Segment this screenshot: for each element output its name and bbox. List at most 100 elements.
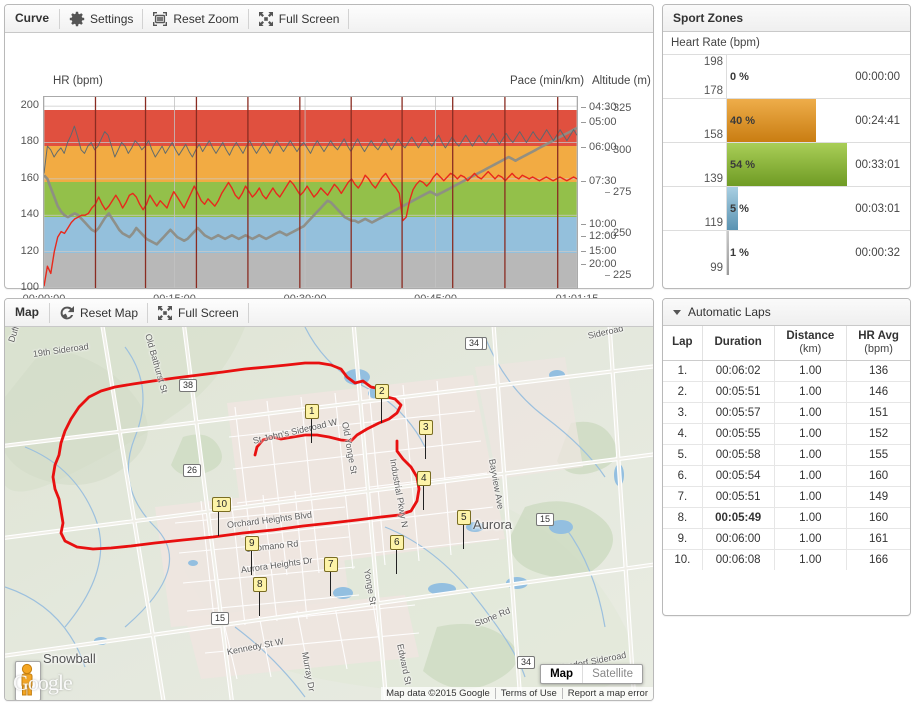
table-row[interactable]: 6. 00:05:54 1.00 160: [663, 465, 910, 487]
sport-zone-row[interactable]: 1 % 00:00:32 99: [663, 231, 910, 275]
lap-duration: 00:06:02: [702, 360, 775, 382]
map-lap-marker-stick: [463, 523, 464, 549]
lap-duration: 00:05:51: [702, 486, 775, 508]
laps-column-header[interactable]: Lap: [663, 326, 703, 361]
sport-zones-footer: [663, 275, 910, 289]
chart-altitude-axis: 325 300 275 250 225: [585, 96, 645, 289]
map-tiles: [5, 327, 653, 700]
map-lap-marker-2[interactable]: 2: [375, 384, 389, 399]
table-row[interactable]: 4. 00:05:55 1.00 152: [663, 423, 910, 445]
lap-duration: 00:06:00: [702, 528, 775, 550]
sport-zones-panel: Sport Zones Heart Rate (bpm) 0 % 00:00:00…: [662, 4, 911, 289]
sport-zone-time: 00:00:32: [855, 247, 900, 259]
lap-duration: 00:05:57: [702, 402, 775, 424]
altitude-axis-tick-label: 225: [613, 269, 632, 282]
map-lap-marker-stick: [251, 549, 252, 575]
map-route-shield: 26: [183, 464, 202, 477]
table-row[interactable]: 5. 00:05:58 1.00 155: [663, 444, 910, 466]
sport-zone-lower-bound: 178: [703, 85, 723, 97]
map-lap-marker-stick: [218, 510, 219, 536]
table-row[interactable]: 2. 00:05:51 1.00 146: [663, 381, 910, 403]
map-attribution: Map data ©2015 Google Terms of Use Repor…: [381, 687, 653, 700]
map-lap-marker-5[interactable]: 5: [457, 510, 471, 525]
map-lap-marker-9[interactable]: 9: [245, 536, 259, 551]
sport-zone-lower-bound: 158: [703, 129, 723, 141]
sport-zone-lower-bound: 99: [710, 262, 723, 274]
full-screen-icon: [258, 11, 274, 27]
settings-button[interactable]: Settings: [60, 5, 142, 32]
lap-distance: 1.00: [774, 444, 848, 466]
automatic-laps-header[interactable]: Automatic Laps: [663, 299, 910, 326]
lap-distance: 1.00: [774, 423, 848, 445]
laps-column-header[interactable]: Distance (km): [774, 326, 848, 361]
map-route-shield: 34: [465, 337, 484, 350]
sport-zone-row[interactable]: 0 % 00:00:00 198 178: [663, 55, 910, 99]
lap-number: 8.: [663, 507, 703, 529]
map-type-map[interactable]: Map: [541, 665, 582, 683]
lap-duration: 00:05:51: [702, 381, 775, 403]
lap-number: 5.: [663, 444, 703, 466]
hr-pace-altitude-chart[interactable]: HR (bpm) Pace (min/km) Altitude (m) 100 1…: [5, 33, 653, 305]
map-lap-marker-stick: [396, 548, 397, 574]
lap-duration: 00:05:55: [702, 423, 775, 445]
chart-left-axis-caption: HR (bpm): [53, 75, 103, 87]
sport-zones-list: 0 % 00:00:00 198 178 40 % 00:24:41 158 54 % 00:3…: [663, 55, 910, 275]
table-row[interactable]: 3. 00:05:57 1.00 151: [663, 402, 910, 424]
table-row[interactable]: 7. 00:05:51 1.00 149: [663, 486, 910, 508]
lap-hr-avg: 146: [846, 381, 910, 403]
table-row[interactable]: 10. 00:06:08 1.00 166: [663, 549, 910, 570]
map-panel: Map Reset Map Full Screen 19th Sideroad …: [4, 298, 654, 701]
laps-table: Lap Duration Distance (km) HR Avg (bpm) 1. 00:…: [663, 326, 910, 570]
sport-zone-percent: 0 %: [730, 70, 749, 83]
map-lap-marker-7[interactable]: 7: [324, 557, 338, 572]
sport-zone-row[interactable]: 54 % 00:33:01 139: [663, 143, 910, 187]
hr-axis-tick-label: 140: [20, 208, 39, 221]
altitude-axis-tickmark: [605, 149, 610, 151]
automatic-laps-title: Automatic Laps: [688, 305, 771, 319]
lap-duration: 00:05:58: [702, 444, 775, 466]
sport-zone-row[interactable]: 5 % 00:03:01 119: [663, 187, 910, 231]
report-map-error-link[interactable]: Report a map error: [561, 688, 653, 699]
altitude-axis-tickmark: [605, 191, 610, 193]
reset-zoom-button[interactable]: Reset Zoom: [143, 5, 247, 32]
map-canvas[interactable]: Dufferin St19th SideroadOld Bathurst StS…: [5, 327, 653, 700]
map-lap-marker-4[interactable]: 4: [417, 471, 431, 486]
laps-column-unit: (bpm): [864, 343, 893, 356]
lap-hr-avg: 160: [846, 465, 910, 487]
sport-zone-time: 00:00:00: [855, 70, 900, 83]
reset-map-button[interactable]: Reset Map: [50, 299, 147, 326]
chart-pace-axis-caption: Pace (min/km): [510, 75, 585, 87]
lap-distance: 1.00: [774, 549, 848, 570]
map-type-toggle[interactable]: Map Satellite: [540, 664, 643, 684]
sport-zone-row[interactable]: 40 % 00:24:41 158: [663, 99, 910, 143]
reset-zoom-icon: [152, 11, 168, 27]
hr-axis-tick-label: 200: [20, 99, 39, 112]
activity-dashboard: Curve Settings Reset Zoom Full Screen HR…: [0, 0, 915, 705]
map-lap-marker-stick: [381, 397, 382, 423]
laps-column-header[interactable]: HR Avg (bpm): [846, 326, 910, 361]
map-lap-marker-8[interactable]: 8: [253, 577, 267, 592]
map-panel-title: Map: [15, 305, 39, 319]
map-lap-marker-3[interactable]: 3: [419, 420, 433, 435]
chart-altitude-axis-caption: Altitude (m): [592, 75, 651, 87]
table-row[interactable]: 1. 00:06:02 1.00 136: [663, 360, 910, 382]
hr-axis-tick-label: 180: [20, 135, 39, 148]
altitude-axis-tickmark: [605, 107, 610, 109]
map-type-satellite[interactable]: Satellite: [582, 665, 642, 683]
sport-zone-lower-bound: 119: [704, 217, 723, 229]
map-lap-marker-1[interactable]: 1: [305, 404, 319, 419]
chart-plot-area[interactable]: [43, 96, 578, 289]
lap-duration: 00:05:54: [702, 465, 775, 487]
map-lap-marker-6[interactable]: 6: [390, 535, 404, 550]
table-row[interactable]: 8. 00:05:49 1.00 160: [663, 507, 910, 529]
map-full-screen-button[interactable]: Full Screen: [148, 299, 248, 326]
map-lap-marker-10[interactable]: 10: [212, 497, 232, 512]
altitude-axis-tick-label: 275: [613, 185, 632, 198]
table-row[interactable]: 9. 00:06:00 1.00 161: [663, 528, 910, 550]
terms-of-use-link[interactable]: Terms of Use: [494, 688, 562, 699]
lap-hr-avg: 155: [846, 444, 910, 466]
sport-zone-percent: 54 %: [730, 158, 756, 171]
laps-column-header[interactable]: Duration: [702, 326, 775, 361]
automatic-laps-panel: Automatic Laps Lap Duration Distance (km) HR…: [662, 298, 911, 616]
curve-full-screen-button[interactable]: Full Screen: [249, 5, 349, 32]
